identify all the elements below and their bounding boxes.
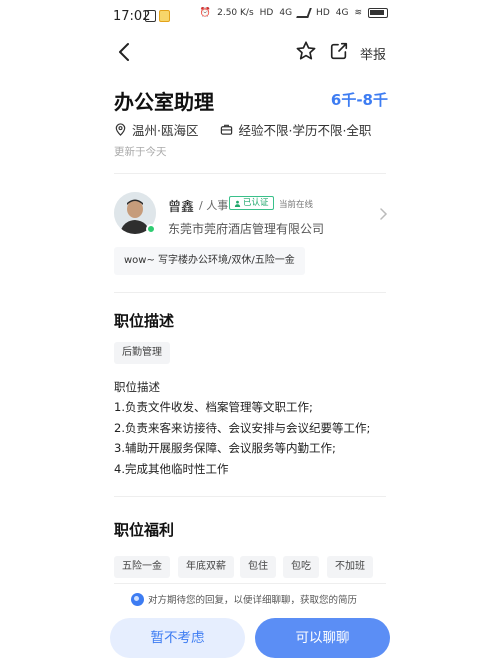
benefits-section-title: 职位福利 [114, 521, 175, 539]
net-speed: 2.50 K/s [217, 8, 254, 18]
chat-button[interactable]: 可以聊聊 [255, 618, 390, 658]
skill-tag: 后勤管理 [114, 342, 170, 364]
benefit-tag: 年底双薪 [178, 556, 234, 578]
verified-label: 已认证 [243, 198, 269, 208]
back-arrow-icon[interactable] [115, 41, 135, 63]
job-requirements: 经验不限·学历不限·全职 [238, 123, 372, 138]
report-button[interactable]: 举报 [360, 44, 386, 63]
notification-app-icon [145, 10, 156, 22]
benefit-tag: 包住 [240, 556, 276, 578]
description-line: 1.负责文件收发、档案管理等文职工作; [114, 400, 313, 415]
description-line: 4.完成其他临时性工作 [114, 461, 229, 476]
share-icon[interactable] [329, 40, 349, 62]
description-line: 3.辅助开展服务保障、会议服务等内勤工作; [114, 441, 336, 456]
recruiter-role: / 人事 [199, 199, 229, 212]
divider [114, 173, 386, 174]
wifi-icon: ≋ [354, 8, 362, 18]
divider [114, 583, 386, 584]
divider [114, 496, 386, 497]
description-section-title: 职位描述 [114, 312, 175, 330]
verified-badge: 已认证 [229, 196, 274, 210]
status-indicators: ⏰ 2.50 K/s HD 4G HD 4G ≋ [200, 8, 388, 18]
reply-tip-text: 对方期待您的回复，以便详细聊聊，获取您的简历 [148, 595, 358, 606]
decline-button[interactable]: 暂不考虑 [110, 618, 245, 658]
recruiter-name: 曾鑫 [168, 200, 195, 215]
job-meta-row: 温州·瓯海区 经验不限·学历不限·全职 [114, 120, 371, 139]
recruiter-perks: wow~ 写字楼办公环境/双休/五险一金 [114, 247, 305, 275]
hd-badge-1: HD [259, 8, 274, 18]
salary: 6千-8千 [330, 91, 388, 109]
divider [114, 292, 386, 293]
reply-tip: 对方期待您的回复，以便详细聊聊，获取您的简历 [131, 592, 357, 606]
notification-app-icon-2 [159, 10, 170, 22]
benefit-tag: 不加班 [327, 556, 373, 578]
online-indicator [146, 224, 156, 234]
chevron-right-icon[interactable] [378, 207, 388, 221]
benefit-tag: 五险一金 [114, 556, 170, 578]
job-title: 办公室助理 [114, 90, 214, 114]
description-line: 2.负责来客来访接待、会议安排与会议纪要等工作; [114, 420, 371, 435]
alarm-icon: ⏰ [199, 8, 212, 18]
location-pin-icon [115, 123, 126, 136]
company-name[interactable]: 东莞市莞府酒店管理有限公司 [168, 220, 324, 237]
benefit-tag: 包吃 [283, 556, 319, 578]
battery-icon [368, 8, 388, 18]
description-line: 职位描述 [114, 380, 160, 394]
online-status: 当前在线 [279, 200, 314, 210]
network-type-2: 4G [335, 8, 349, 18]
hd-badge-2: HD [316, 8, 330, 18]
network-type-1: 4G [279, 8, 293, 18]
job-description: 职位描述 1.负责文件收发、档案管理等文职工作; 2.负责来客来访接待、会议安排… [114, 377, 370, 479]
tip-icon [131, 592, 144, 606]
favorite-star-icon[interactable] [295, 40, 317, 62]
updated-time: 更新于今天 [114, 146, 167, 158]
status-bar: 17:02 ⏰ 2.50 K/s HD 4G HD 4G ≋ [0, 0, 500, 34]
job-location: 温州·瓯海区 [132, 123, 199, 138]
briefcase-icon [221, 124, 233, 135]
signal-icon [296, 8, 312, 18]
verified-person-icon [234, 200, 241, 207]
